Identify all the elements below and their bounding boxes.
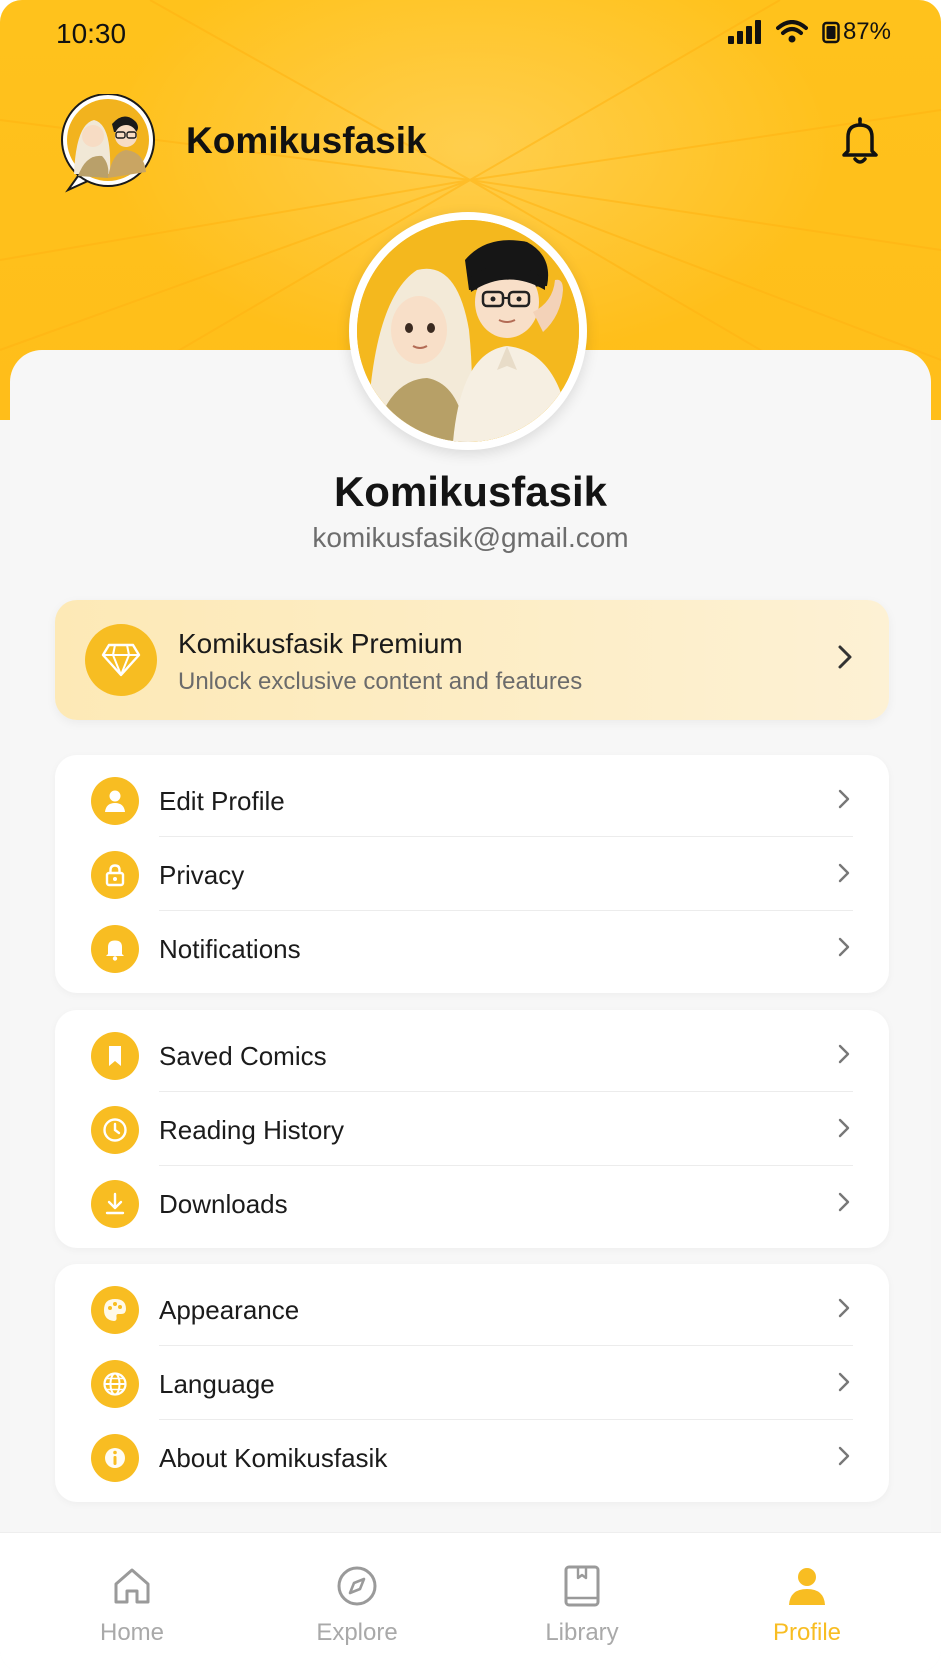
profile-email: komikusfasik@gmail.com [312, 522, 629, 553]
user-icon [91, 777, 139, 825]
app-title: Komikusfasik [186, 120, 427, 161]
clock-icon [91, 1106, 139, 1154]
menu-item-notifications[interactable]: Notifications [55, 911, 889, 985]
menu-item-label: Appearance [159, 1295, 300, 1325]
bookmark-icon [91, 1032, 139, 1080]
nav-explore[interactable]: Explore [277, 1561, 437, 1647]
menu-item-edit-profile[interactable]: Edit Profile [55, 763, 889, 837]
nav-label: Explore [316, 1619, 398, 1646]
nav-library[interactable]: Library [502, 1561, 662, 1647]
menu-item-privacy[interactable]: Privacy [55, 837, 889, 911]
nav-home[interactable]: Home [52, 1561, 212, 1647]
globe-icon [91, 1360, 139, 1408]
chevron-right-icon [838, 645, 852, 669]
wifi-icon [775, 20, 808, 43]
menu-item-label: Downloads [159, 1189, 288, 1219]
chevron-right-icon [838, 789, 850, 809]
menu-item-appearance[interactable]: Appearance [55, 1272, 889, 1346]
menu-item-language[interactable]: Language [55, 1346, 889, 1420]
battery-percent: 87% [842, 18, 891, 45]
chevron-right-icon [838, 1298, 850, 1318]
book-icon [502, 1561, 662, 1611]
chevron-right-icon [838, 1192, 850, 1212]
home-icon [52, 1561, 212, 1611]
chevron-right-icon [838, 1044, 850, 1064]
status-time: 10:30 [56, 18, 127, 49]
battery-indicator: 87% [822, 18, 891, 46]
info-icon [91, 1434, 139, 1482]
app-logo-illustration [61, 93, 155, 193]
download-icon [91, 1180, 139, 1228]
menu-item-label: Language [159, 1369, 275, 1399]
menu-item-reading-history[interactable]: Reading History [55, 1092, 889, 1166]
chevron-right-icon [838, 937, 850, 957]
menu-item-label: Reading History [159, 1115, 344, 1145]
library-settings-card: Saved Comics Reading History Downloads [55, 1010, 889, 1248]
chevron-right-icon [838, 863, 850, 883]
menu-item-downloads[interactable]: Downloads [55, 1166, 889, 1240]
bottom-navigation: Home Explore Library Profile [0, 1532, 941, 1672]
lock-icon [91, 851, 139, 899]
status-bar: 10:30 87% [0, 0, 941, 70]
status-icons: 87% [727, 18, 891, 46]
profile-screen: 10:30 87% Komikusfasik Komikusfasik komi… [0, 0, 941, 1672]
profile-avatar[interactable] [349, 212, 587, 450]
signal-icon [727, 20, 761, 44]
chevron-right-icon [838, 1372, 850, 1392]
chevron-right-icon [838, 1446, 850, 1466]
chevron-right-icon [838, 1118, 850, 1138]
menu-item-label: Privacy [159, 860, 245, 890]
nav-profile[interactable]: Profile [727, 1561, 887, 1647]
premium-card[interactable]: Komikusfasik Premium Unlock exclusive co… [55, 600, 889, 720]
app-bar: Komikusfasik [0, 90, 941, 200]
menu-item-label: Notifications [159, 934, 301, 964]
account-settings-card: Edit Profile Privacy Notifications [55, 755, 889, 993]
menu-item-about[interactable]: About Komikusfasik [55, 1420, 889, 1494]
palette-icon [91, 1286, 139, 1334]
premium-subtitle: Unlock exclusive content and features [178, 668, 583, 695]
compass-icon [277, 1561, 437, 1611]
bell-icon [842, 117, 878, 164]
nav-label: Library [545, 1619, 619, 1646]
profile-avatar-image [357, 220, 579, 442]
profile-name: Komikusfasik [333, 468, 608, 515]
nav-label: Home [99, 1619, 165, 1646]
nav-label: Profile [772, 1619, 842, 1646]
menu-item-label: About Komikusfasik [159, 1443, 388, 1473]
app-settings-card: Appearance Language About Komikusfasik [55, 1264, 889, 1502]
notifications-button[interactable] [835, 114, 885, 168]
menu-item-label: Saved Comics [159, 1041, 327, 1071]
diamond-icon [85, 624, 157, 696]
battery-icon [822, 21, 840, 44]
bell-icon [91, 925, 139, 973]
profile-illustration [357, 220, 579, 442]
profile-icon [727, 1561, 887, 1611]
app-logo[interactable] [56, 93, 162, 194]
menu-item-saved-comics[interactable]: Saved Comics [55, 1018, 889, 1092]
menu-item-label: Edit Profile [159, 786, 285, 816]
premium-title: Komikusfasik Premium [178, 628, 463, 659]
